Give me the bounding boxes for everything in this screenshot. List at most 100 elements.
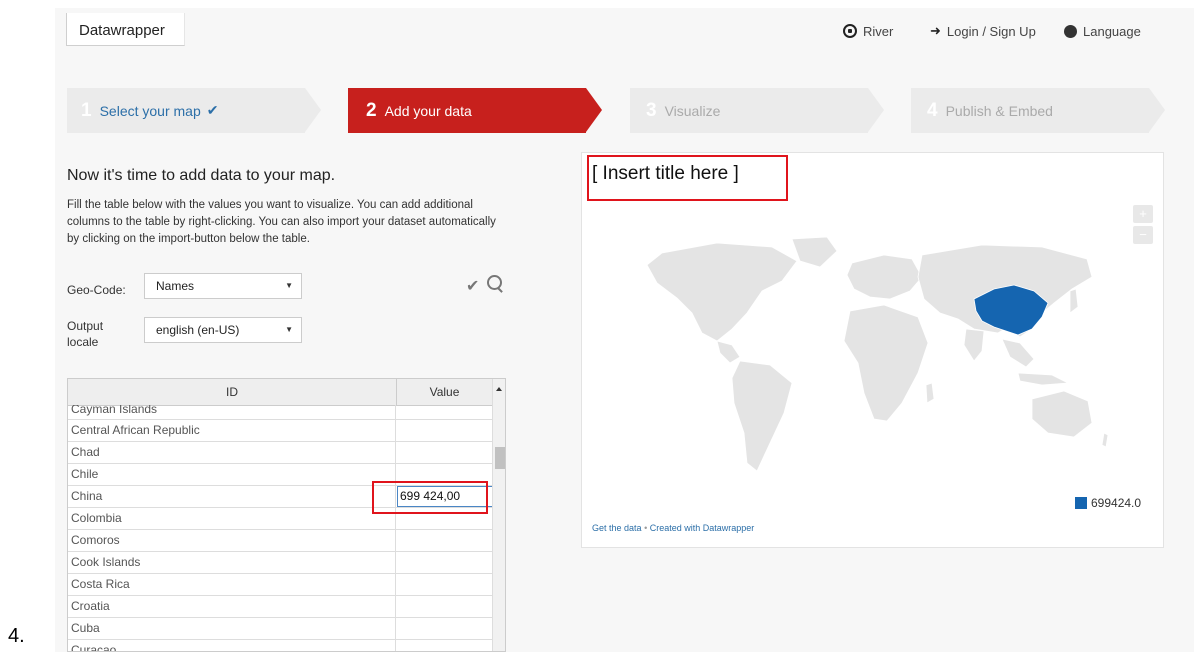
scroll-thumb[interactable]	[495, 447, 505, 469]
africa-region	[843, 304, 929, 422]
cell-id[interactable]: Colombia	[68, 508, 396, 529]
column-header-value[interactable]: Value	[397, 379, 492, 405]
step-arrow	[1149, 88, 1165, 132]
cell-id[interactable]: Cook Islands	[68, 552, 396, 573]
step-number: 1	[81, 99, 92, 121]
central-america-region	[716, 340, 741, 364]
output-locale-value: english (en-US)	[156, 323, 240, 337]
geo-code-select[interactable]: Names ▼	[144, 273, 302, 299]
cell-value[interactable]	[397, 552, 493, 573]
nav-language[interactable]: Language	[1064, 20, 1141, 42]
cell-id[interactable]: China	[68, 486, 396, 507]
cell-id[interactable]: Cuba	[68, 618, 396, 639]
south-america-region	[731, 360, 793, 472]
cell-value[interactable]	[397, 420, 493, 441]
step-visualize[interactable]: 3 Visualize	[630, 88, 868, 133]
credit-separator: •	[644, 523, 648, 533]
world-map	[646, 236, 1109, 472]
step-number: 3	[646, 99, 657, 121]
map-preview: [ Insert title here ] + − 699424.0 Get t…	[581, 152, 1164, 548]
column-header-id[interactable]: ID	[68, 379, 397, 405]
madagascar-region	[925, 382, 935, 404]
step-number: 4	[927, 99, 938, 121]
globe-icon	[1064, 24, 1077, 38]
table-body: Cayman Islands Central African Republic …	[68, 405, 494, 651]
india-region	[963, 328, 985, 362]
brand-logo[interactable]: Datawrapper	[66, 13, 185, 46]
nav-river-label: River	[863, 23, 894, 39]
annotation-highlight-title	[587, 155, 788, 201]
zoom-in-button[interactable]: +	[1133, 205, 1153, 223]
cell-id[interactable]: Central African Republic	[68, 420, 396, 441]
step-add-data[interactable]: 2 Add your data	[348, 88, 586, 133]
created-with-link[interactable]: Created with Datawrapper	[650, 523, 755, 533]
australia-region	[1031, 390, 1093, 438]
table-scrollbar[interactable]	[492, 379, 505, 651]
cell-id[interactable]: Costa Rica	[68, 574, 396, 595]
table-header: ID Value	[68, 379, 492, 406]
list-marker: 4.	[8, 625, 25, 647]
table-row[interactable]: Croatia	[68, 596, 493, 618]
data-table[interactable]: ID Value Cayman Islands Central African …	[67, 378, 506, 652]
nav-login-label: Login / Sign Up	[946, 23, 1036, 39]
step-label: Visualize	[664, 102, 721, 119]
table-row[interactable]: Curacao	[68, 640, 493, 651]
caret-down-icon: ▼	[285, 325, 293, 334]
cell-id[interactable]: Chad	[68, 442, 396, 463]
scroll-up-icon[interactable]	[496, 387, 502, 391]
indonesia-region	[1017, 372, 1070, 386]
cell-id[interactable]: Curacao	[68, 640, 396, 651]
river-icon	[843, 24, 857, 38]
cell-value[interactable]	[397, 405, 493, 419]
cell-id[interactable]: Croatia	[68, 596, 396, 617]
step-number: 2	[366, 99, 377, 121]
cell-value[interactable]	[397, 530, 493, 551]
step-select-map[interactable]: 1 Select your map ✔	[67, 88, 305, 133]
cell-id[interactable]: Comoros	[68, 530, 396, 551]
caret-down-icon: ▼	[285, 281, 293, 290]
nav-language-label: Language	[1083, 23, 1141, 39]
cell-value[interactable]	[397, 640, 493, 651]
check-icon: ✔	[206, 102, 219, 118]
step-arrow	[868, 88, 884, 132]
get-data-link[interactable]: Get the data	[592, 523, 642, 533]
southeast-asia-region	[1001, 338, 1035, 368]
output-locale-select[interactable]: english (en-US) ▼	[144, 317, 302, 343]
section-heading: Now it's time to add data to your map.	[67, 167, 336, 184]
cell-value[interactable]	[397, 442, 493, 463]
nav-river[interactable]: River	[843, 20, 893, 42]
output-locale-label: Output locale	[67, 319, 104, 349]
legend-label: 699424.0	[1091, 496, 1142, 510]
table-row[interactable]: Costa Rica	[68, 574, 493, 596]
table-row[interactable]: Central African Republic	[68, 420, 493, 442]
step-arrow	[305, 88, 321, 132]
search-icon[interactable]	[487, 275, 502, 290]
sign-in-icon: ➜	[930, 23, 941, 38]
europe-region	[846, 254, 923, 300]
cell-value[interactable]	[397, 618, 493, 639]
step-label: Add your data	[384, 102, 472, 119]
step-arrow	[586, 88, 602, 132]
zoom-out-button[interactable]: −	[1133, 226, 1153, 244]
cell-value[interactable]	[397, 596, 493, 617]
new-zealand-region	[1101, 432, 1109, 448]
cell-id[interactable]: Chile	[68, 464, 396, 485]
nav-login[interactable]: ➜ Login / Sign Up	[930, 20, 1036, 42]
annotation-highlight-cell	[372, 481, 488, 514]
table-row[interactable]: Cook Islands	[68, 552, 493, 574]
cell-id[interactable]: Cayman Islands	[68, 405, 396, 419]
north-america-region	[646, 242, 798, 342]
legend-swatch	[1075, 497, 1087, 509]
cell-value[interactable]	[397, 574, 493, 595]
table-row[interactable]: Chad	[68, 442, 493, 464]
step-label: Select your map	[99, 102, 201, 119]
step-label: Publish & Embed	[945, 102, 1053, 119]
table-row[interactable]: Cayman Islands	[68, 405, 493, 420]
greenland-region	[791, 236, 838, 268]
table-row[interactable]: Comoros	[68, 530, 493, 552]
step-publish[interactable]: 4 Publish & Embed	[911, 88, 1149, 133]
check-icon[interactable]: ✔	[466, 276, 479, 296]
table-row[interactable]: Cuba	[68, 618, 493, 640]
geo-code-label: Geo-Code:	[67, 283, 126, 297]
geo-code-value: Names	[156, 279, 195, 293]
